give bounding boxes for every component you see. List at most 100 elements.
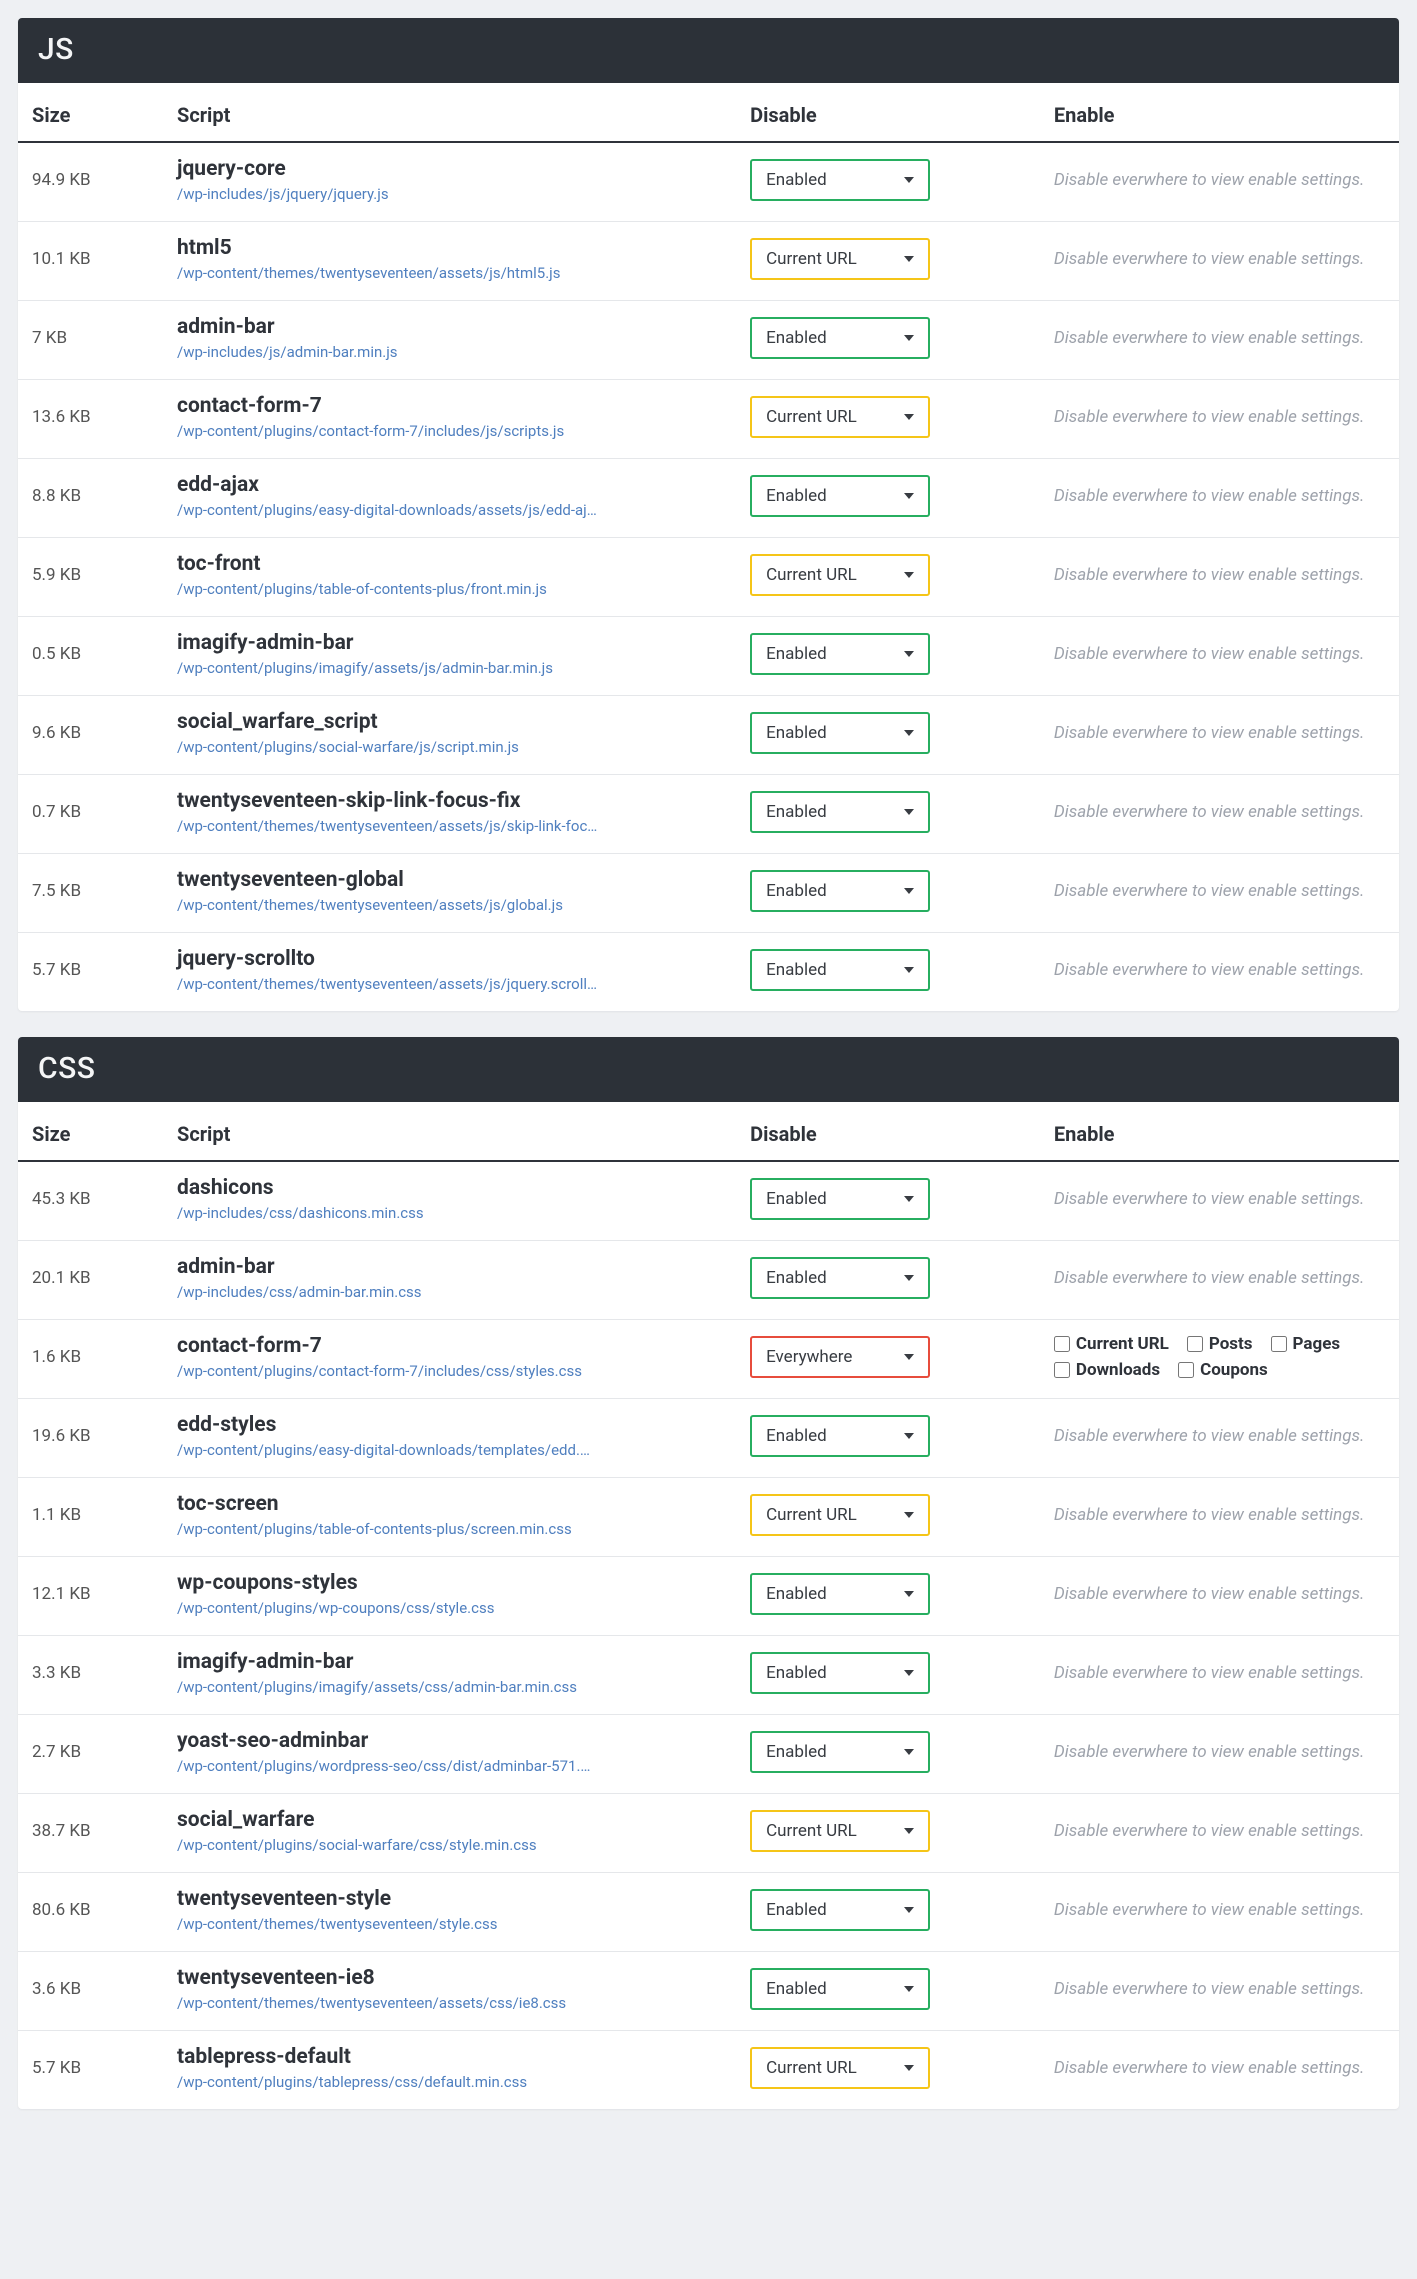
script-size: 5.7 KB — [18, 2031, 163, 2110]
script-path-link[interactable]: /wp-content/themes/twentyseventeen/asset… — [177, 264, 722, 282]
script-size: 5.7 KB — [18, 933, 163, 1012]
disable-select[interactable]: Enabled — [750, 1652, 930, 1694]
disable-select[interactable]: Enabled — [750, 949, 930, 991]
enable-cell: Disable everwhere to view enable setting… — [1040, 142, 1399, 222]
enable-checkbox-posts[interactable]: Posts — [1187, 1334, 1253, 1354]
enable-note: Disable everwhere to view enable setting… — [1054, 1741, 1385, 1764]
js-table: SizeScriptDisableEnable94.9 KBjquery-cor… — [18, 83, 1399, 1011]
disable-select[interactable]: Enabled — [750, 1178, 930, 1220]
enable-note: Disable everwhere to view enable setting… — [1054, 564, 1385, 587]
disable-select[interactable]: Enabled — [750, 633, 930, 675]
disable-select[interactable]: Enabled — [750, 1573, 930, 1615]
disable-select[interactable]: Enabled — [750, 159, 930, 201]
disable-select[interactable]: Enabled — [750, 1968, 930, 2010]
disable-select[interactable]: Enabled — [750, 1731, 930, 1773]
checkbox-input[interactable] — [1178, 1362, 1194, 1378]
enable-checkbox-current-url[interactable]: Current URL — [1054, 1334, 1169, 1354]
disable-select[interactable]: Current URL — [750, 238, 930, 280]
disable-select[interactable]: Enabled — [750, 1415, 930, 1457]
script-name: admin-bar — [177, 315, 722, 339]
script-size: 0.5 KB — [18, 617, 163, 696]
disable-select[interactable]: Enabled — [750, 475, 930, 517]
table-row: 2.7 KByoast-seo-adminbar/wp-content/plug… — [18, 1715, 1399, 1794]
script-size: 7.5 KB — [18, 854, 163, 933]
script-path-link[interactable]: /wp-content/themes/twentyseventeen/asset… — [177, 817, 722, 835]
script-path-link[interactable]: /wp-content/plugins/tablepress/css/defau… — [177, 2073, 722, 2091]
disable-select-value: Enabled — [766, 1189, 827, 1209]
script-cell: admin-bar/wp-includes/css/admin-bar.min.… — [163, 1241, 736, 1320]
script-path-link[interactable]: /wp-content/themes/twentyseventeen/asset… — [177, 975, 722, 993]
script-cell: jquery-scrollto/wp-content/themes/twenty… — [163, 933, 736, 1012]
js-panel: JSSizeScriptDisableEnable94.9 KBjquery-c… — [18, 18, 1399, 1011]
script-path-link[interactable]: /wp-content/plugins/contact-form-7/inclu… — [177, 1362, 722, 1380]
disable-cell: Enabled — [736, 1952, 1040, 2031]
disable-select[interactable]: Current URL — [750, 554, 930, 596]
disable-select[interactable]: Enabled — [750, 1889, 930, 1931]
script-name: twentyseventeen-style — [177, 1887, 722, 1911]
script-size: 20.1 KB — [18, 1241, 163, 1320]
table-row: 1.6 KBcontact-form-7/wp-content/plugins/… — [18, 1320, 1399, 1399]
disable-select[interactable]: Enabled — [750, 317, 930, 359]
script-path-link[interactable]: /wp-content/plugins/wordpress-seo/css/di… — [177, 1757, 722, 1775]
enable-note: Disable everwhere to view enable setting… — [1054, 1820, 1385, 1843]
disable-select-value: Enabled — [766, 1584, 827, 1604]
enable-checkbox-pages[interactable]: Pages — [1271, 1334, 1341, 1354]
script-path-link[interactable]: /wp-content/plugins/social-warfare/js/sc… — [177, 738, 722, 756]
script-path-link[interactable]: /wp-content/plugins/wp-coupons/css/style… — [177, 1599, 722, 1617]
script-path-link[interactable]: /wp-content/plugins/easy-digital-downloa… — [177, 501, 722, 519]
script-name: social_warfare_script — [177, 710, 722, 734]
script-path-link[interactable]: /wp-includes/css/dashicons.min.css — [177, 1204, 722, 1222]
script-path-link[interactable]: /wp-content/plugins/contact-form-7/inclu… — [177, 422, 722, 440]
disable-cell: Enabled — [736, 1715, 1040, 1794]
enable-checkbox-downloads[interactable]: Downloads — [1054, 1360, 1160, 1380]
column-header-enable: Enable — [1040, 1102, 1399, 1161]
script-path-link[interactable]: /wp-content/themes/twentyseventeen/asset… — [177, 896, 722, 914]
script-cell: twentyseventeen-global/wp-content/themes… — [163, 854, 736, 933]
disable-select[interactable]: Current URL — [750, 2047, 930, 2089]
script-size: 2.7 KB — [18, 1715, 163, 1794]
disable-select[interactable]: Everywhere — [750, 1336, 930, 1378]
enable-checkbox-coupons[interactable]: Coupons — [1178, 1360, 1268, 1380]
disable-cell: Current URL — [736, 538, 1040, 617]
disable-cell: Enabled — [736, 1241, 1040, 1320]
enable-cell: Disable everwhere to view enable setting… — [1040, 1636, 1399, 1715]
disable-select[interactable]: Enabled — [750, 791, 930, 833]
disable-select[interactable]: Enabled — [750, 870, 930, 912]
disable-select[interactable]: Current URL — [750, 1494, 930, 1536]
disable-select[interactable]: Current URL — [750, 396, 930, 438]
enable-note: Disable everwhere to view enable setting… — [1054, 801, 1385, 824]
script-path-link[interactable]: /wp-content/plugins/imagify/assets/css/a… — [177, 1678, 722, 1696]
table-row: 7.5 KBtwentyseventeen-global/wp-content/… — [18, 854, 1399, 933]
enable-note: Disable everwhere to view enable setting… — [1054, 1978, 1385, 2001]
checkbox-input[interactable] — [1054, 1362, 1070, 1378]
checkbox-input[interactable] — [1271, 1336, 1287, 1352]
script-size: 1.6 KB — [18, 1320, 163, 1399]
disable-select[interactable]: Current URL — [750, 1810, 930, 1852]
disable-select-value: Current URL — [766, 565, 857, 585]
script-name: social_warfare — [177, 1808, 722, 1832]
script-path-link[interactable]: /wp-includes/css/admin-bar.min.css — [177, 1283, 722, 1301]
script-path-link[interactable]: /wp-content/plugins/imagify/assets/js/ad… — [177, 659, 722, 677]
script-path-link[interactable]: /wp-content/plugins/table-of-contents-pl… — [177, 1520, 722, 1538]
script-size: 8.8 KB — [18, 459, 163, 538]
column-header-enable: Enable — [1040, 83, 1399, 142]
script-cell: admin-bar/wp-includes/js/admin-bar.min.j… — [163, 301, 736, 380]
css-panel-title: CSS — [18, 1037, 1399, 1102]
script-path-link[interactable]: /wp-content/plugins/social-warfare/css/s… — [177, 1836, 722, 1854]
checkbox-input[interactable] — [1054, 1336, 1070, 1352]
chevron-down-icon — [900, 329, 918, 347]
checkbox-input[interactable] — [1187, 1336, 1203, 1352]
disable-select[interactable]: Enabled — [750, 712, 930, 754]
script-path-link[interactable]: /wp-includes/js/jquery/jquery.js — [177, 185, 722, 203]
disable-select[interactable]: Enabled — [750, 1257, 930, 1299]
script-path-link[interactable]: /wp-content/themes/twentyseventeen/style… — [177, 1915, 722, 1933]
script-cell: edd-ajax/wp-content/plugins/easy-digital… — [163, 459, 736, 538]
script-path-link[interactable]: /wp-content/plugins/easy-digital-downloa… — [177, 1441, 722, 1459]
script-path-link[interactable]: /wp-includes/js/admin-bar.min.js — [177, 343, 722, 361]
script-path-link[interactable]: /wp-content/themes/twentyseventeen/asset… — [177, 1994, 722, 2012]
table-row: 5.7 KBjquery-scrollto/wp-content/themes/… — [18, 933, 1399, 1012]
script-size: 45.3 KB — [18, 1161, 163, 1241]
css-panel: CSSSizeScriptDisableEnable45.3 KBdashico… — [18, 1037, 1399, 2109]
disable-select-value: Enabled — [766, 881, 827, 901]
script-path-link[interactable]: /wp-content/plugins/table-of-contents-pl… — [177, 580, 722, 598]
